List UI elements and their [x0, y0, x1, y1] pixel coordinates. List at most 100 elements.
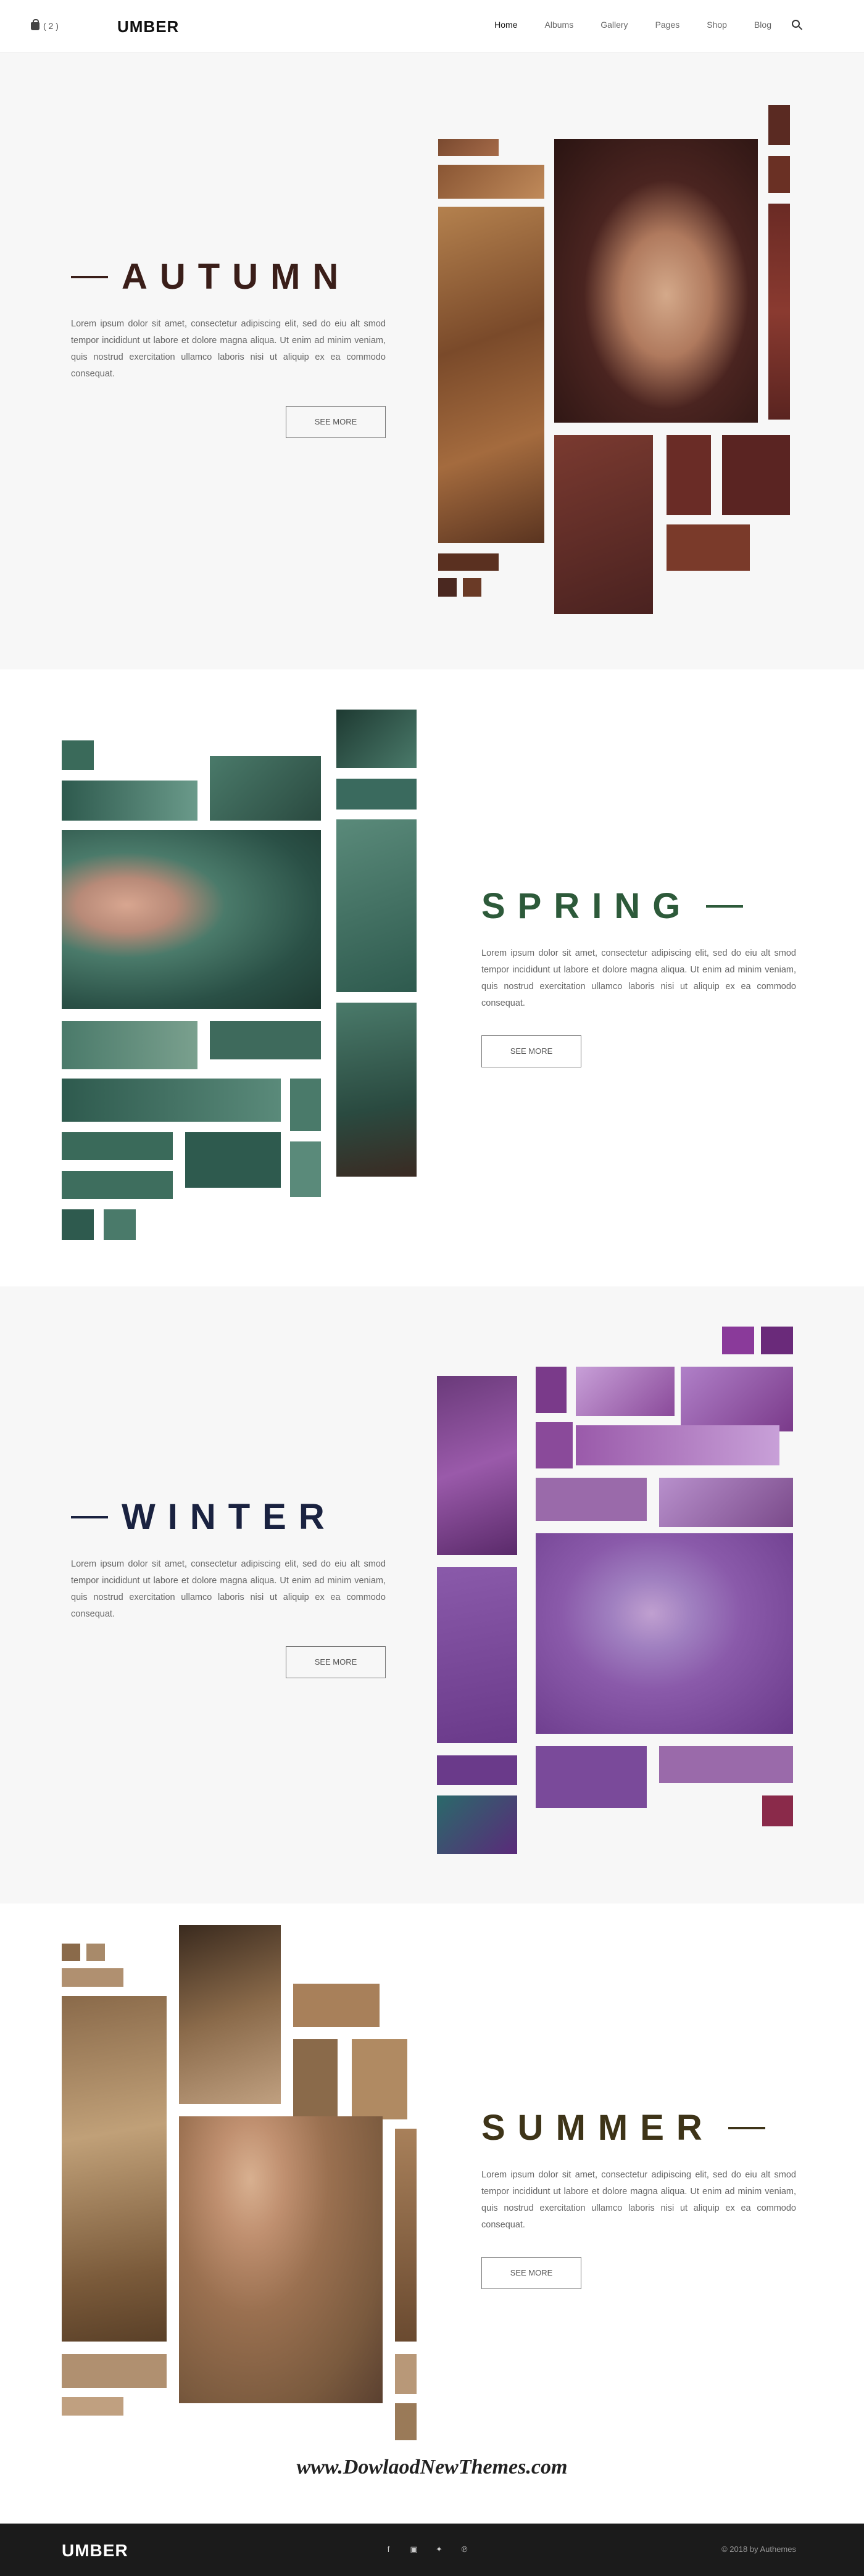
mosaic-tile	[438, 578, 457, 597]
mosaic-tile	[210, 756, 321, 821]
mosaic-tile	[185, 1132, 281, 1188]
mosaic-tile	[722, 435, 790, 515]
winter-section: WINTER Lorem ipsum dolor sit amet, conse…	[0, 1286, 864, 1903]
mosaic-tile	[210, 1021, 321, 1059]
heading-dash	[706, 905, 744, 908]
mosaic-tile	[667, 435, 711, 515]
mosaic-tile	[667, 524, 750, 571]
mosaic-tile	[437, 1795, 517, 1854]
summer-section: SUMMER Lorem ipsum dolor sit amet, conse…	[0, 1903, 864, 2520]
mosaic-tile	[395, 2354, 417, 2394]
main-nav: Home Albums Gallery Pages Shop Blog	[494, 20, 771, 30]
section-title: AUTUMN	[122, 257, 351, 297]
heading-dash	[71, 275, 108, 278]
cart-button[interactable]: ( 2 )	[31, 19, 59, 31]
mosaic-tile	[62, 1171, 173, 1199]
summer-text-block: SUMMER Lorem ipsum dolor sit amet, conse…	[481, 2107, 796, 2289]
see-more-button[interactable]: SEE MORE	[286, 406, 386, 438]
mosaic-tile	[536, 1422, 573, 1468]
mosaic-tile	[104, 1209, 136, 1240]
mosaic-tile	[659, 1478, 793, 1527]
mosaic-tile	[576, 1425, 779, 1465]
mosaic-tile	[336, 710, 417, 768]
mosaic-tile	[437, 1567, 517, 1743]
twitter-icon[interactable]: ✦	[434, 2545, 444, 2554]
mosaic-tile	[722, 1327, 754, 1354]
winter-text-block: WINTER Lorem ipsum dolor sit amet, conse…	[71, 1496, 386, 1678]
nav-albums[interactable]: Albums	[545, 20, 574, 30]
summer-image-mosaic	[62, 1925, 432, 2487]
spring-heading: SPRING	[481, 885, 796, 927]
autumn-heading: AUTUMN	[71, 256, 386, 297]
mosaic-tile	[438, 553, 499, 571]
site-header: ( 2 ) UMBER Home Albums Gallery Pages Sh…	[0, 0, 864, 52]
autumn-text-block: AUTUMN Lorem ipsum dolor sit amet, conse…	[71, 256, 386, 438]
spring-text-block: SPRING Lorem ipsum dolor sit amet, conse…	[481, 885, 796, 1067]
mosaic-tile	[437, 1376, 517, 1555]
mosaic-tile	[352, 2039, 407, 2119]
mosaic-tile	[768, 156, 790, 193]
footer-logo[interactable]: UMBER	[62, 2541, 128, 2561]
site-footer: UMBER f ▣ ✦ ℗ © 2018 by Authemes	[0, 2524, 864, 2576]
mosaic-tile	[62, 1132, 173, 1160]
mosaic-tile	[395, 2403, 417, 2440]
site-logo[interactable]: UMBER	[117, 17, 179, 36]
winter-image-mosaic	[437, 1327, 795, 1870]
mosaic-tile	[336, 819, 417, 992]
nav-gallery[interactable]: Gallery	[600, 20, 628, 30]
mosaic-tile	[536, 1367, 567, 1413]
mosaic-tile	[438, 165, 544, 199]
mosaic-tile	[62, 1209, 94, 1240]
section-title: WINTER	[122, 1497, 337, 1537]
search-icon[interactable]	[792, 20, 800, 28]
see-more-button[interactable]: SEE MORE	[481, 2257, 581, 2289]
mosaic-tile	[293, 2039, 338, 2119]
section-title: SUMMER	[481, 2108, 715, 2148]
mosaic-tile	[62, 2397, 123, 2416]
mosaic-tile	[681, 1367, 793, 1431]
mosaic-tile	[62, 1968, 123, 1987]
social-links: f ▣ ✦ ℗	[384, 2545, 469, 2554]
nav-pages[interactable]: Pages	[655, 20, 680, 30]
section-title: SPRING	[481, 886, 693, 926]
instagram-icon[interactable]: ▣	[409, 2545, 418, 2554]
mosaic-tile	[290, 1079, 321, 1131]
facebook-icon[interactable]: f	[384, 2545, 393, 2554]
pinterest-icon[interactable]: ℗	[460, 2545, 469, 2554]
see-more-button[interactable]: SEE MORE	[286, 1646, 386, 1678]
see-more-button[interactable]: SEE MORE	[481, 1035, 581, 1067]
nav-shop[interactable]: Shop	[707, 20, 727, 30]
mosaic-tile	[62, 1079, 281, 1122]
mosaic-tile	[768, 204, 790, 420]
mosaic-tile	[86, 1944, 105, 1961]
mosaic-tile	[179, 1925, 281, 2104]
section-description: Lorem ipsum dolor sit amet, consectetur …	[481, 948, 796, 1008]
mosaic-tile	[290, 1141, 321, 1197]
summer-heading: SUMMER	[481, 2107, 796, 2148]
mosaic-tile	[62, 2354, 167, 2388]
mosaic-tile	[576, 1367, 675, 1416]
mosaic-tile	[762, 1795, 793, 1826]
mosaic-tile	[536, 1746, 647, 1808]
mosaic-tile	[336, 1003, 417, 1177]
heading-dash	[71, 1515, 108, 1518]
shopping-bag-icon	[31, 19, 39, 30]
mosaic-tile	[62, 1996, 167, 2342]
mosaic-tile	[659, 1746, 793, 1783]
mosaic-tile	[395, 2129, 417, 2342]
nav-home[interactable]: Home	[494, 20, 517, 30]
section-description: Lorem ipsum dolor sit amet, consectetur …	[71, 1559, 386, 1619]
autumn-section: AUTUMN Lorem ipsum dolor sit amet, conse…	[0, 52, 864, 669]
spring-image-mosaic	[62, 710, 432, 1253]
nav-blog[interactable]: Blog	[754, 20, 771, 30]
mosaic-tile	[438, 207, 544, 543]
mosaic-tile	[437, 1755, 517, 1785]
face-tile	[179, 2116, 383, 2403]
watermark-text: www.DowlaodNewThemes.com	[296, 2456, 568, 2479]
mosaic-tile	[293, 1984, 380, 2027]
mosaic-tile	[463, 578, 481, 597]
cart-count: ( 2 )	[43, 21, 59, 31]
face-tile	[536, 1533, 793, 1734]
mosaic-tile	[62, 1021, 197, 1069]
winter-heading: WINTER	[71, 1496, 386, 1538]
